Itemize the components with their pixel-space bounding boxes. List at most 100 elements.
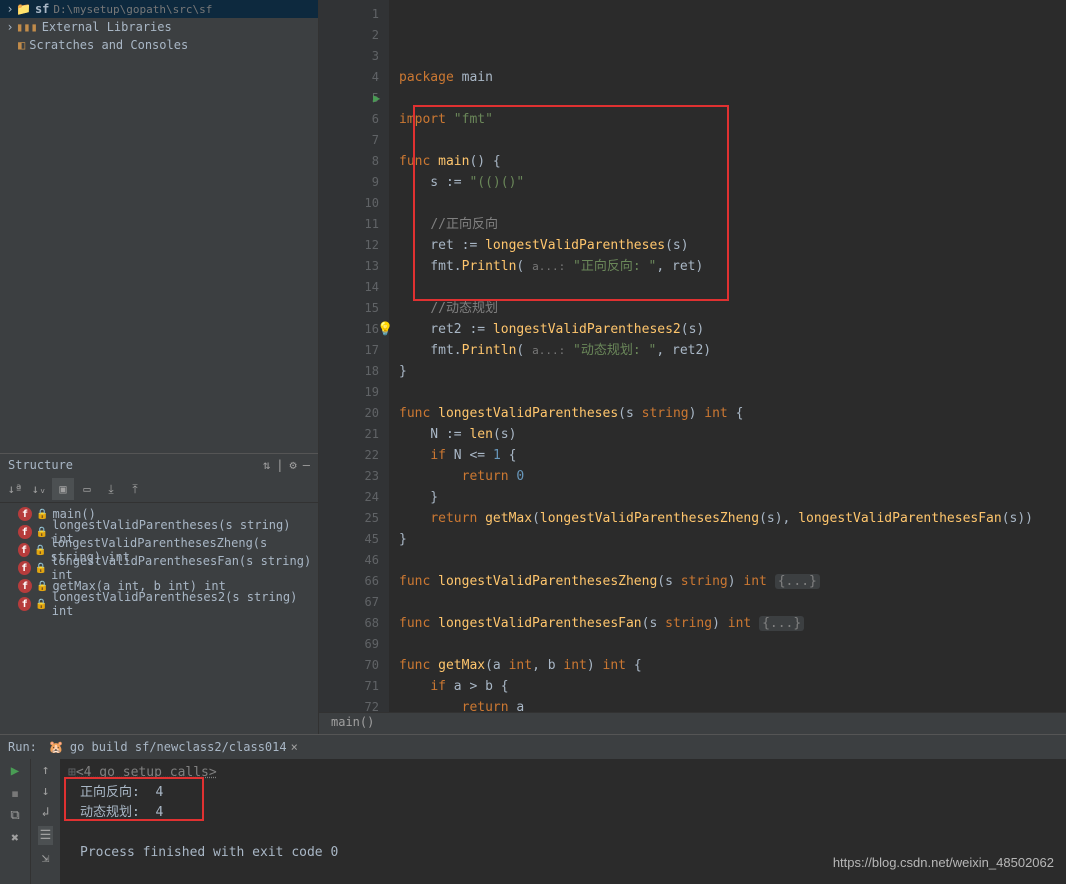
lock-icon: 🔒 bbox=[36, 527, 48, 538]
function-icon: f bbox=[18, 543, 30, 557]
code-line[interactable]: N := len(s) bbox=[399, 424, 1066, 445]
up-icon[interactable]: ↑ bbox=[42, 763, 50, 778]
function-icon: f bbox=[18, 507, 32, 521]
code-line[interactable]: func longestValidParenthesesZheng(s stri… bbox=[399, 571, 1066, 592]
code-line[interactable]: } bbox=[399, 529, 1066, 550]
watermark: https://blog.csdn.net/weixin_48502062 bbox=[833, 855, 1054, 870]
chevron-right-icon[interactable]: › bbox=[4, 20, 16, 34]
run-toolbar-left: ▶ ◼ ⧉ ✖ bbox=[0, 759, 30, 884]
wrap-icon[interactable]: ↲ bbox=[42, 805, 50, 820]
stop-icon[interactable]: ◼ bbox=[12, 787, 19, 800]
library-icon: ▮▮▮ bbox=[16, 20, 38, 34]
editor: 12345▶6789101112131415161718192021222324… bbox=[319, 0, 1066, 734]
scratch-icon: ◧ bbox=[18, 38, 25, 52]
code-line[interactable] bbox=[399, 130, 1066, 151]
project-tree[interactable]: › 📁 sf D:\mysetup\gopath\src\sf › ▮▮▮ Ex… bbox=[0, 0, 318, 453]
breadcrumb[interactable]: main() bbox=[319, 712, 1066, 734]
minimize-icon[interactable]: — bbox=[303, 458, 310, 472]
sort-icon[interactable]: ⇅ bbox=[263, 458, 270, 472]
code-body[interactable]: package main import "fmt" func main() { s … bbox=[389, 0, 1066, 712]
lock-icon: 🔒 bbox=[35, 563, 47, 574]
structure-list[interactable]: f🔒main() f🔒longestValidParentheses(s str… bbox=[0, 503, 318, 734]
project-root-name: sf bbox=[35, 2, 49, 16]
folder-icon: 📁 bbox=[16, 2, 31, 16]
code-line[interactable]: func longestValidParenthesesFan(s string… bbox=[399, 613, 1066, 634]
structure-header: Structure ⇅ | ⚙ — bbox=[0, 454, 318, 476]
lock-icon: 🔒 bbox=[36, 509, 48, 520]
code-line[interactable]: import "fmt" bbox=[399, 109, 1066, 130]
output-line: 正向反向: 4 bbox=[68, 783, 1058, 803]
external-libraries-label: External Libraries bbox=[42, 20, 172, 34]
breadcrumb-item[interactable]: main() bbox=[331, 715, 374, 729]
structure-item[interactable]: f🔒longestValidParenthesesFan(s string) i… bbox=[0, 559, 318, 577]
code-line[interactable]: fmt.Println( a...: "动态规划: ", ret2) bbox=[399, 340, 1066, 361]
code-line[interactable]: if N <= 1 { bbox=[399, 445, 1066, 466]
chevron-right-icon[interactable]: › bbox=[4, 2, 16, 16]
project-root-row[interactable]: › 📁 sf D:\mysetup\gopath\src\sf bbox=[0, 0, 318, 18]
print-icon[interactable]: ☰ bbox=[38, 826, 54, 845]
structure-toolbar: ↓ª ↓ᵥ ▣ ▭ ⤓ ⤒ bbox=[0, 476, 318, 503]
function-icon: f bbox=[18, 561, 31, 575]
code-line[interactable]: 💡 ret2 := longestValidParentheses2(s) bbox=[399, 319, 1066, 340]
run-title: Run: bbox=[8, 740, 37, 754]
structure-item[interactable]: f🔒longestValidParentheses2(s string) int bbox=[0, 595, 318, 613]
go-icon: 🐹 bbox=[49, 740, 64, 754]
setup-calls[interactable]: <4 go setup calls> bbox=[76, 765, 217, 780]
scratches-label: Scratches and Consoles bbox=[29, 38, 188, 52]
run-icon[interactable]: ▶ bbox=[11, 763, 19, 779]
code-line[interactable] bbox=[399, 193, 1066, 214]
code-line[interactable]: package main bbox=[399, 67, 1066, 88]
divider-icon: | bbox=[276, 458, 283, 472]
show-non-public-icon[interactable]: ▭ bbox=[76, 478, 98, 500]
code-line[interactable] bbox=[399, 634, 1066, 655]
code-line[interactable]: } bbox=[399, 487, 1066, 508]
code-line[interactable]: return getMax(longestValidParenthesesZhe… bbox=[399, 508, 1066, 529]
lock-icon: 🔒 bbox=[35, 599, 47, 610]
structure-panel: Structure ⇅ | ⚙ — ↓ª ↓ᵥ ▣ ▭ ⤓ ⤒ bbox=[0, 453, 318, 734]
code-area[interactable]: 12345▶6789101112131415161718192021222324… bbox=[319, 0, 1066, 712]
code-line[interactable]: func main() { bbox=[399, 151, 1066, 172]
fold-icon[interactable]: ⊞ bbox=[68, 765, 76, 780]
code-line[interactable]: func getMax(a int, b int) int { bbox=[399, 655, 1066, 676]
external-libraries-row[interactable]: › ▮▮▮ External Libraries bbox=[0, 18, 318, 36]
code-line[interactable]: fmt.Println( a...: "正向反向: ", ret) bbox=[399, 256, 1066, 277]
code-line[interactable] bbox=[399, 550, 1066, 571]
code-line[interactable]: //正向反向 bbox=[399, 214, 1066, 235]
function-icon: f bbox=[18, 597, 31, 611]
gear-icon[interactable]: ⚙ bbox=[290, 458, 297, 472]
lock-icon: 🔒 bbox=[34, 545, 46, 556]
code-line[interactable]: s := "(()()" bbox=[399, 172, 1066, 193]
code-line[interactable] bbox=[399, 592, 1066, 613]
run-header: Run: 🐹 go build sf/newclass2/class014 × bbox=[0, 735, 1066, 759]
run-config-name[interactable]: go build sf/newclass2/class014 bbox=[70, 740, 287, 754]
scroll-icon[interactable]: ⇲ bbox=[42, 851, 50, 866]
autoscroll-source-icon[interactable]: ⤓ bbox=[100, 478, 122, 500]
code-line[interactable] bbox=[399, 277, 1066, 298]
structure-title: Structure bbox=[8, 458, 73, 472]
run-toolbar-left2: ↑ ↓ ↲ ☰ ⇲ bbox=[30, 759, 60, 884]
scratches-row[interactable]: ◧ Scratches and Consoles bbox=[0, 36, 318, 54]
code-line[interactable]: func longestValidParentheses(s string) i… bbox=[399, 403, 1066, 424]
show-fields-icon[interactable]: ▣ bbox=[52, 478, 74, 500]
function-icon: f bbox=[18, 579, 32, 593]
layout-icon[interactable]: ⧉ bbox=[10, 808, 19, 823]
code-line[interactable]: return 0 bbox=[399, 466, 1066, 487]
intention-bulb-icon[interactable]: 💡 bbox=[377, 319, 393, 340]
code-line[interactable]: return a bbox=[399, 697, 1066, 712]
code-line[interactable]: if a > b { bbox=[399, 676, 1066, 697]
pin-icon[interactable]: ✖ bbox=[11, 831, 19, 846]
code-line[interactable]: ret := longestValidParentheses(s) bbox=[399, 235, 1066, 256]
code-line[interactable] bbox=[399, 382, 1066, 403]
code-line[interactable]: //动态规划 bbox=[399, 298, 1066, 319]
function-icon: f bbox=[18, 525, 32, 539]
run-gutter-icon[interactable]: ▶ bbox=[373, 88, 380, 109]
project-root-path: D:\mysetup\gopath\src\sf bbox=[53, 3, 212, 16]
autoscroll-from-icon[interactable]: ⤒ bbox=[124, 478, 146, 500]
sort-visibility-icon[interactable]: ↓ᵥ bbox=[28, 478, 50, 500]
sort-alpha-icon[interactable]: ↓ª bbox=[4, 478, 26, 500]
code-line[interactable] bbox=[399, 88, 1066, 109]
close-tab-icon[interactable]: × bbox=[291, 740, 298, 754]
down-icon[interactable]: ↓ bbox=[42, 784, 50, 799]
code-line[interactable]: } bbox=[399, 361, 1066, 382]
gutter[interactable]: 12345▶6789101112131415161718192021222324… bbox=[319, 0, 389, 712]
